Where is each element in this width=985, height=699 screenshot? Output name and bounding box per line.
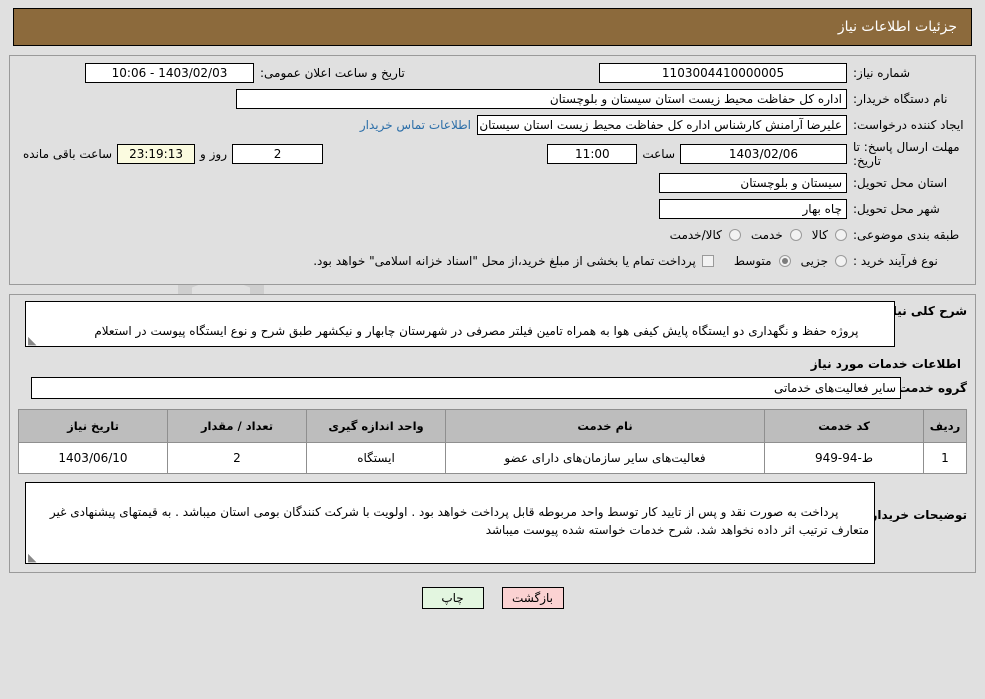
buyer-org-label: نام دستگاه خریدار: (853, 92, 948, 106)
resize-grip-icon[interactable]: ◢ (28, 334, 38, 346)
radio-service-icon[interactable] (789, 229, 802, 241)
description-textarea[interactable]: پروژه حفظ و نگهداری دو ایستگاه پایش کیفی… (25, 301, 895, 347)
deadline-label: مهلت ارسال پاسخ: تا تاریخ: (853, 140, 960, 168)
category-option-goods-label: کالا (811, 228, 828, 242)
process-option-minor-label: جزیی (800, 254, 828, 268)
islamic-treasury-checkbox[interactable] (701, 255, 714, 267)
row-deadline: مهلت ارسال پاسخ: تا تاریخ: 1403/02/06 سا… (18, 140, 967, 168)
print-button[interactable]: چاپ (421, 587, 484, 609)
city-value: چاه بهار (659, 199, 847, 219)
page-title-bar: جزئیات اطلاعات نیاز (13, 8, 972, 46)
service-group-value: سایر فعالیت‌های خدماتی (31, 377, 901, 399)
city-label: شهر محل تحویل: (853, 202, 940, 216)
days-label: روز و (200, 147, 228, 161)
cell-unit: ایستگاه (306, 442, 446, 474)
radio-minor-icon[interactable] (835, 255, 847, 267)
row-buyer-notes: توضیحات خریدار: پرداخت به صورت نقد و پس … (18, 482, 967, 564)
row-city: شهر محل تحویل: چاه بهار (18, 198, 967, 220)
need-description-panel: شرح کلی نیاز: پروژه حفظ و نگهداری دو ایس… (9, 294, 976, 573)
buyer-notes-text: پرداخت به صورت نقد و پس از تایید کار توس… (46, 505, 869, 537)
radio-goods-icon[interactable] (835, 229, 847, 241)
buyer-contact-link[interactable]: اطلاعات تماس خریدار (354, 118, 477, 132)
need-number-value: 1103004410000005 (599, 63, 847, 83)
category-label: طبقه بندی موضوعی: (853, 228, 960, 242)
public-announce-label: تاریخ و ساعت اعلان عمومی: (260, 66, 405, 80)
table-row: 1 ط-94-949 فعالیت‌های سایر سازمان‌های دا… (18, 442, 967, 474)
category-option-goods-service[interactable]: کالا/خدمت (660, 228, 741, 242)
services-section-heading: اطلاعات خدمات مورد نیاز (810, 357, 961, 371)
category-option-goods[interactable]: کالا (802, 228, 847, 242)
process-label: نوع فرآیند خرید : (853, 254, 938, 268)
process-option-medium[interactable]: متوسط (724, 254, 791, 268)
page-root: جزئیات اطلاعات نیاز شماره نیاز: 11030044… (0, 8, 985, 609)
cell-index: 1 (923, 442, 967, 474)
row-process-type: نوع فرآیند خرید : جزیی متوسط پرداخت تمام… (18, 250, 967, 272)
page-title: جزئیات اطلاعات نیاز (837, 19, 957, 35)
remaining-hours-label: ساعت باقی مانده (23, 147, 113, 161)
category-option-service-label: خدمت (750, 228, 783, 242)
resize-grip-icon[interactable]: ◢ (28, 551, 38, 563)
province-value: سیستان و بلوچستان (659, 173, 847, 193)
need-number-label: شماره نیاز: (853, 66, 910, 80)
radio-medium-icon[interactable] (778, 255, 791, 267)
th-code: کد خدمت (764, 409, 924, 443)
hour-label: ساعت (642, 147, 675, 161)
province-label: استان محل تحویل: (853, 176, 948, 190)
cell-name: فعالیت‌های سایر سازمان‌های دارای عضو (445, 442, 765, 474)
deadline-time-value: 11:00 (547, 144, 638, 164)
th-unit: واحد اندازه گیری (306, 409, 446, 443)
services-table: ردیف کد خدمت نام خدمت واحد اندازه گیری ت… (18, 409, 967, 474)
row-category: طبقه بندی موضوعی: کالا خدمت کالا/خدمت (18, 224, 967, 246)
th-name: نام خدمت (445, 409, 765, 443)
cell-need-date: 1403/06/10 (18, 442, 168, 474)
remaining-days-value: 2 (232, 144, 324, 164)
process-option-minor[interactable]: جزیی (791, 254, 847, 268)
description-label: شرح کلی نیاز: (881, 304, 967, 318)
th-need-date: تاریخ نیاز (18, 409, 168, 443)
buyer-org-value: اداره کل حفاظت محیط زیست استان سیستان و … (236, 89, 847, 109)
payment-note-text: پرداخت تمام یا بخشی از مبلغ خرید،از محل … (313, 254, 696, 268)
cell-code: ط-94-949 (764, 442, 924, 474)
need-info-panel: شماره نیاز: 1103004410000005 تاریخ و ساع… (9, 55, 976, 285)
process-option-medium-label: متوسط (733, 254, 772, 268)
row-buyer-org: نام دستگاه خریدار: اداره کل حفاظت محیط ز… (18, 88, 967, 110)
radio-goods-service-icon[interactable] (728, 229, 741, 241)
countdown-timer: 23:19:13 (117, 144, 196, 164)
th-quantity: تعداد / مقدار (167, 409, 307, 443)
row-request-creator: ایجاد کننده درخواست: علیرضا آرامنش کارشن… (18, 114, 967, 136)
buyer-notes-label: توضیحات خریدار: (865, 508, 967, 522)
cell-quantity: 2 (167, 442, 307, 474)
th-index: ردیف (923, 409, 967, 443)
description-text: پروژه حفظ و نگهداری دو ایستگاه پایش کیفی… (94, 324, 859, 338)
category-option-goods-service-label: کالا/خدمت (669, 228, 722, 242)
row-service-group: گروه خدمت: سایر فعالیت‌های خدماتی (18, 377, 967, 399)
footer-button-bar: بازگشت چاپ (0, 587, 985, 609)
public-announce-value: 1403/02/03 - 10:06 (85, 63, 254, 83)
category-option-service[interactable]: خدمت (741, 228, 802, 242)
deadline-date-value: 1403/02/06 (680, 144, 847, 164)
creator-value: علیرضا آرامنش کارشناس اداره کل حفاظت محی… (477, 115, 847, 135)
table-header-row: ردیف کد خدمت نام خدمت واحد اندازه گیری ت… (18, 409, 967, 443)
creator-label: ایجاد کننده درخواست: (853, 118, 964, 132)
row-need-number: شماره نیاز: 1103004410000005 تاریخ و ساع… (18, 62, 967, 84)
back-button[interactable]: بازگشت (501, 587, 564, 609)
buyer-notes-textarea[interactable]: پرداخت به صورت نقد و پس از تایید کار توس… (25, 482, 875, 564)
row-general-description: شرح کلی نیاز: پروژه حفظ و نگهداری دو ایس… (18, 301, 967, 347)
row-province: استان محل تحویل: سیستان و بلوچستان (18, 172, 967, 194)
service-group-label: گروه خدمت: (893, 381, 967, 395)
